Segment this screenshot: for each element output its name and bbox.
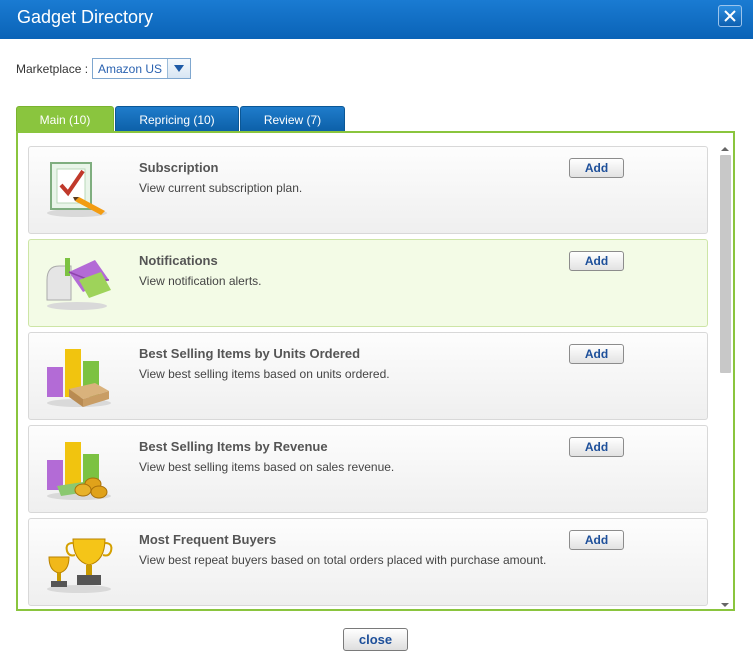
gadget-title: Notifications (139, 253, 218, 268)
close-window-button[interactable] (718, 5, 742, 27)
gadget-title: Most Frequent Buyers (139, 532, 277, 547)
add-best-selling-revenue-button[interactable]: Add (569, 437, 624, 457)
gadget-card-best-selling-revenue: Best Selling Items by Revenue View best … (28, 425, 708, 513)
window-title: Gadget Directory (17, 7, 154, 27)
dropdown-arrow[interactable] (167, 59, 190, 78)
gadget-card-subscription: Subscription View current subscription p… (28, 146, 708, 234)
tab-main[interactable]: Main (10) (16, 106, 114, 133)
chevron-down-icon (174, 65, 184, 72)
gadget-list-panel: Subscription View current subscription p… (16, 131, 735, 611)
gadget-description: View best selling items based on units o… (139, 367, 390, 381)
gadget-card-most-frequent-buyers: Most Frequent Buyers View best repeat bu… (28, 518, 708, 606)
gadget-description: View best selling items based on sales r… (139, 460, 395, 474)
vertical-scrollbar[interactable] (718, 145, 732, 609)
gadget-title: Subscription (139, 160, 219, 175)
marketplace-select[interactable]: Amazon US (92, 58, 191, 79)
trophies-icon (43, 529, 115, 600)
add-notifications-button[interactable]: Add (569, 251, 624, 271)
podium-boxes-icon (43, 343, 115, 414)
title-bar: Gadget Directory (0, 0, 753, 39)
add-most-frequent-buyers-button[interactable]: Add (569, 530, 624, 550)
gadget-description: View current subscription plan. (139, 181, 303, 195)
tab-review[interactable]: Review (7) (240, 106, 345, 133)
scroll-down-icon[interactable] (718, 601, 732, 609)
gadget-title: Best Selling Items by Units Ordered (139, 346, 361, 361)
podium-coins-icon (43, 436, 115, 507)
mailbox-letters-icon (43, 250, 115, 317)
marketplace-label: Marketplace : (16, 62, 89, 76)
scrollbar-thumb[interactable] (720, 155, 731, 373)
close-button[interactable]: close (343, 628, 408, 651)
gadget-card-notifications: Notifications View notification alerts. … (28, 239, 708, 327)
gadget-title: Best Selling Items by Revenue (139, 439, 328, 454)
tab-repricing[interactable]: Repricing (10) (115, 106, 239, 133)
close-icon (724, 10, 736, 22)
gadget-description: View best repeat buyers based on total o… (139, 553, 547, 567)
add-best-selling-units-button[interactable]: Add (569, 344, 624, 364)
marketplace-selected-value: Amazon US (98, 62, 163, 76)
add-subscription-button[interactable]: Add (569, 158, 624, 178)
scroll-up-icon[interactable] (718, 145, 732, 153)
checklist-pencil-icon (43, 157, 113, 224)
gadget-card-best-selling-units: Best Selling Items by Units Ordered View… (28, 332, 708, 420)
gadget-description: View notification alerts. (139, 274, 262, 288)
